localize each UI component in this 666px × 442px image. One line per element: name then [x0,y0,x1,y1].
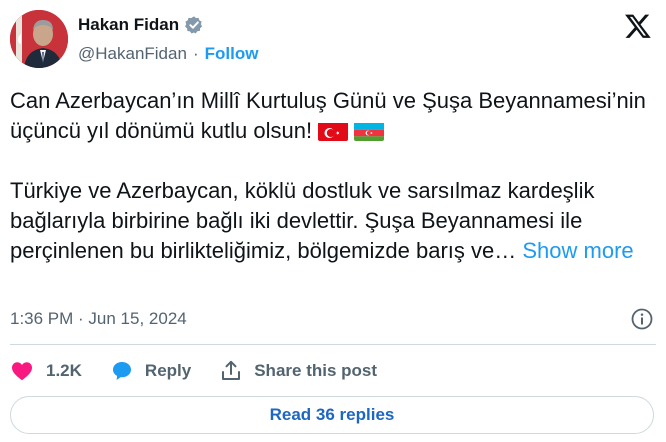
tweet-paragraph-1: Can Azerbaycan’ın Millî Kurtuluş Günü ve… [10,86,656,146]
tweet-actions: 1.2K Reply Share this post [10,355,377,387]
tweet-paragraph-2-text: Türkiye ve Azerbaycan, köklü dostluk ve … [10,178,595,263]
author-handle-row: @HakanFidan · Follow [78,44,258,64]
tweet-text: Can Azerbaycan’ın Millî Kurtuluş Günü ve… [10,86,656,266]
tweet-paragraph-2: Türkiye ve Azerbaycan, köklü dostluk ve … [10,176,656,266]
follow-button[interactable]: Follow [205,44,259,64]
reply-label: Reply [144,361,192,380]
avatar[interactable] [10,10,68,68]
share-button[interactable]: Share this post [219,359,377,383]
turkey-flag-icon [318,121,349,141]
verified-badge-icon[interactable] [184,15,204,35]
heart-icon [12,362,32,381]
divider [10,344,656,345]
azerbaijan-flag-icon [354,121,385,141]
tweet-card: Hakan Fidan @HakanFidan · Follow Can Aze… [0,0,666,442]
x-logo-icon[interactable] [624,12,652,40]
author-handle[interactable]: @HakanFidan [78,44,187,64]
reply-button[interactable]: Reply [110,359,191,383]
share-label: Share this post [254,361,378,380]
like-button[interactable]: 1.2K [10,359,82,383]
read-replies-button[interactable]: Read 36 replies [10,396,654,434]
separator-dot: · [192,44,199,63]
tweet-timestamp[interactable]: 1:36 PM · Jun 15, 2024 [10,309,187,329]
author-display-name[interactable]: Hakan Fidan [78,15,179,35]
like-count: 1.2K [46,361,82,380]
author-name-row: Hakan Fidan [78,15,204,35]
info-icon[interactable] [630,307,654,331]
share-icon [222,360,241,380]
show-more-link[interactable]: Show more [522,238,633,263]
reply-bubble-icon [112,362,131,380]
read-replies-label: Read 36 replies [269,405,395,424]
